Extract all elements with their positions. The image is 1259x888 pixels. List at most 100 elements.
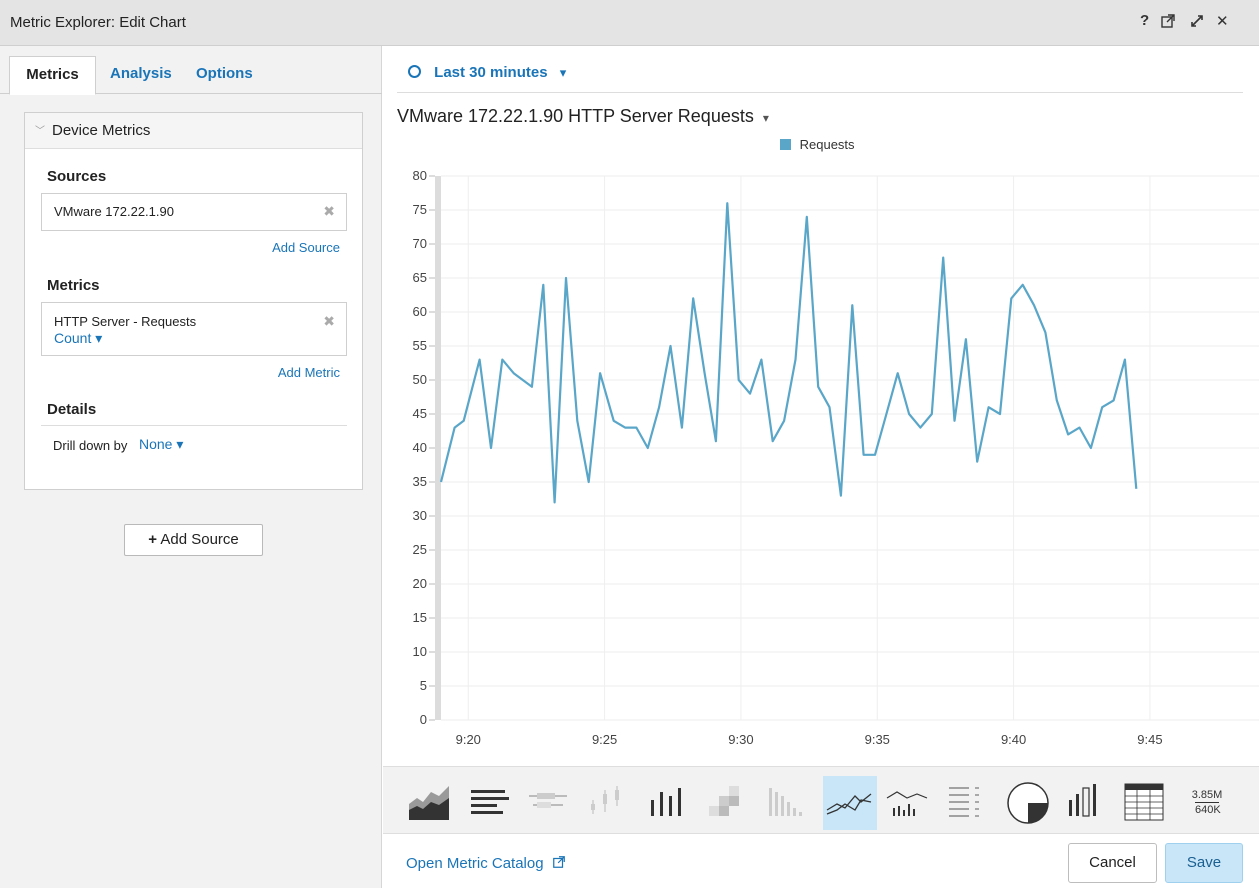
data-point [987, 406, 989, 408]
clock-icon [408, 65, 421, 78]
y-tick-label: 80 [413, 168, 427, 183]
data-point [965, 338, 967, 340]
add-metric-link[interactable]: Add Metric [278, 365, 340, 380]
data-point [862, 454, 864, 456]
chart-type-line-icon[interactable] [823, 776, 877, 830]
left-panel: Metrics Analysis Options ﹀ Device Metric… [0, 46, 382, 888]
save-button[interactable]: Save [1165, 843, 1243, 883]
source-field[interactable]: VMware 172.22.1.90 ✖ [41, 193, 347, 231]
metric-name: HTTP Server - Requests [54, 314, 197, 329]
y-tick-label: 65 [413, 270, 427, 285]
data-point [624, 426, 626, 428]
data-point [635, 426, 637, 428]
chart-type-list-icon[interactable] [941, 776, 995, 830]
data-point [772, 440, 774, 442]
x-tick-label: 9:25 [592, 732, 617, 747]
y-tick-label: 45 [413, 406, 427, 421]
data-point [737, 379, 739, 381]
chart-legend[interactable]: Requests [780, 137, 855, 152]
data-point [919, 426, 921, 428]
chart-title-text: VMware 172.22.1.90 HTTP Server Requests [397, 106, 754, 126]
data-point [1135, 488, 1137, 490]
chart-type-status-icon[interactable] [1059, 776, 1113, 830]
open-metric-catalog-label: Open Metric Catalog [406, 855, 544, 872]
data-point [478, 358, 480, 360]
data-point [587, 481, 589, 483]
caret-down-icon: ▾ [559, 65, 567, 80]
data-point [599, 372, 601, 374]
metric-aggregation-dropdown[interactable]: Count ▾ [54, 330, 102, 347]
y-tick-label: 25 [413, 542, 427, 557]
tab-metrics[interactable]: Metrics [9, 56, 96, 95]
y-tick-label: 40 [413, 440, 427, 455]
metrics-label: Metrics [47, 277, 100, 294]
data-point [783, 420, 785, 422]
drill-down-label: Drill down by [53, 438, 128, 453]
data-point [490, 447, 492, 449]
data-point [1021, 284, 1023, 286]
device-metrics-header[interactable]: ﹀ Device Metrics [25, 113, 362, 149]
divider [397, 92, 1243, 93]
data-point [612, 420, 614, 422]
chevron-down-icon: ﹀ [35, 126, 45, 137]
device-metrics-panel: ﹀ Device Metrics Sources VMware 172.22.1… [24, 112, 363, 490]
expand-icon[interactable] [1189, 13, 1205, 33]
data-point [501, 358, 503, 360]
chart-type-heatmap-icon[interactable] [701, 776, 755, 830]
chart-type-histogram-icon[interactable] [761, 776, 815, 830]
data-point [669, 345, 671, 347]
remove-source-icon[interactable]: ✖ [323, 203, 335, 220]
data-point [885, 413, 887, 415]
chart-type-column-icon[interactable] [641, 776, 695, 830]
open-metric-catalog-link[interactable]: Open Metric Catalog [406, 855, 566, 872]
chart-type-box-plot-icon[interactable] [523, 776, 577, 830]
chart-type-candlestick-icon[interactable] [583, 776, 637, 830]
data-point [931, 413, 933, 415]
chart-type-bar-icon[interactable] [465, 776, 519, 830]
line-chart[interactable]: 0 5 10 15 20 25 30 35 40 45 50 55 60 65 70 75 80 9:20 9:25… [383, 166, 1259, 756]
device-metrics-title: Device Metrics [52, 122, 151, 139]
data-point [715, 440, 717, 442]
series-line-requests [439, 202, 1138, 504]
y-tick-label: 55 [413, 338, 427, 353]
data-point [1056, 399, 1058, 401]
x-tick-label: 9:40 [1001, 732, 1026, 747]
value-icon-bottom: 640K [1195, 802, 1221, 816]
y-tick-label: 30 [413, 508, 427, 523]
data-point [1101, 406, 1103, 408]
data-point [576, 420, 578, 422]
y-tick-label: 60 [413, 304, 427, 319]
legend-label: Requests [799, 137, 855, 152]
chart-type-table-icon[interactable] [1117, 776, 1171, 830]
value-icon-top: 3.85M [1191, 789, 1223, 801]
help-icon[interactable]: ? [1140, 12, 1149, 29]
time-range-dropdown[interactable]: Last 30 minutes ▾ [408, 64, 566, 81]
external-link-icon [552, 856, 565, 868]
chart-type-value-icon[interactable]: 3.85M 640K [1179, 776, 1233, 830]
y-tick-label: 35 [413, 474, 427, 489]
data-point [1067, 433, 1069, 435]
tab-options[interactable]: Options [196, 56, 253, 95]
data-point [976, 460, 978, 462]
metric-field[interactable]: HTTP Server - Requests Count ▾ ✖ [41, 302, 347, 356]
data-point [817, 386, 819, 388]
data-point [542, 284, 544, 286]
data-point [999, 413, 1001, 415]
drill-down-dropdown[interactable]: None ▾ [139, 436, 183, 453]
popout-icon[interactable] [1160, 13, 1176, 33]
tab-bar: Metrics Analysis Options [0, 46, 382, 95]
y-tick-label: 0 [420, 712, 427, 727]
chart-type-line-bar-icon[interactable] [883, 776, 937, 830]
chart-type-pie-icon[interactable] [1001, 776, 1055, 830]
chart-title[interactable]: VMware 172.22.1.90 HTTP Server Requests … [397, 106, 769, 127]
close-icon[interactable]: ✕ [1216, 12, 1229, 30]
y-tick-label: 15 [413, 610, 427, 625]
chart-panel: Last 30 minutes ▾ VMware 172.22.1.90 HTT… [383, 46, 1259, 888]
plus-icon: + [148, 531, 158, 548]
add-source-link[interactable]: Add Source [272, 240, 340, 255]
tab-analysis[interactable]: Analysis [110, 56, 172, 95]
add-source-button[interactable]: + Add Source [124, 524, 263, 556]
remove-metric-icon[interactable]: ✖ [323, 313, 335, 330]
chart-type-area-icon[interactable] [405, 776, 459, 830]
cancel-button[interactable]: Cancel [1068, 843, 1157, 883]
